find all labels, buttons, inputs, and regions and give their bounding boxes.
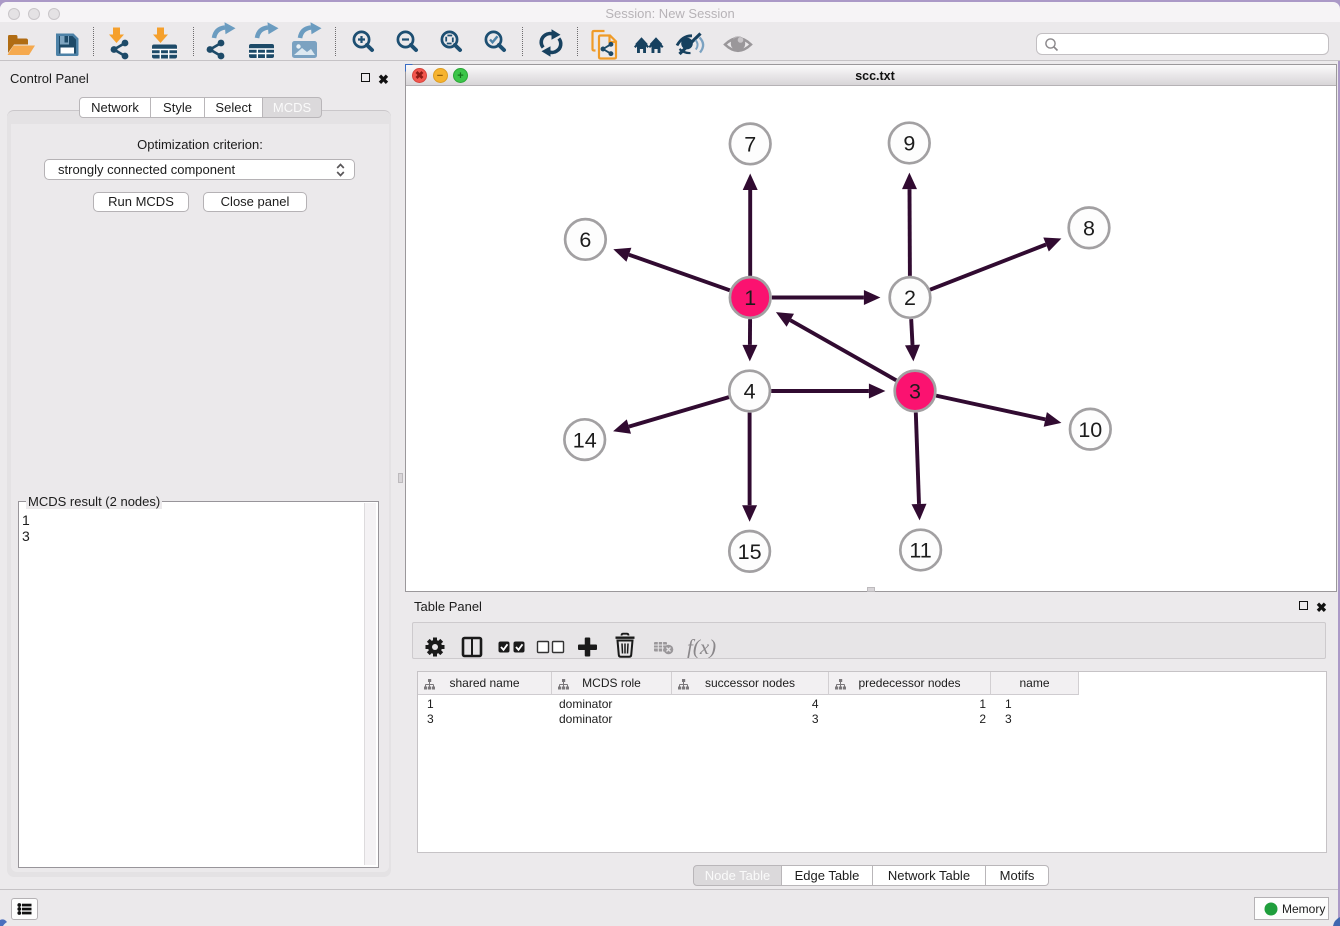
svg-text:8: 8 xyxy=(1083,217,1095,241)
svg-text:9: 9 xyxy=(903,132,915,156)
svg-text:14: 14 xyxy=(573,428,597,452)
svg-text:f(x): f(x) xyxy=(687,635,716,658)
svg-text:10: 10 xyxy=(1078,418,1102,442)
svg-text:7: 7 xyxy=(744,133,756,157)
svg-text:4: 4 xyxy=(744,380,756,404)
svg-text:6: 6 xyxy=(579,228,591,252)
svg-text:3: 3 xyxy=(909,380,921,404)
svg-text:2: 2 xyxy=(904,286,916,310)
svg-text:11: 11 xyxy=(909,539,931,563)
svg-text:15: 15 xyxy=(738,540,762,564)
svg-text:1: 1 xyxy=(744,286,756,310)
